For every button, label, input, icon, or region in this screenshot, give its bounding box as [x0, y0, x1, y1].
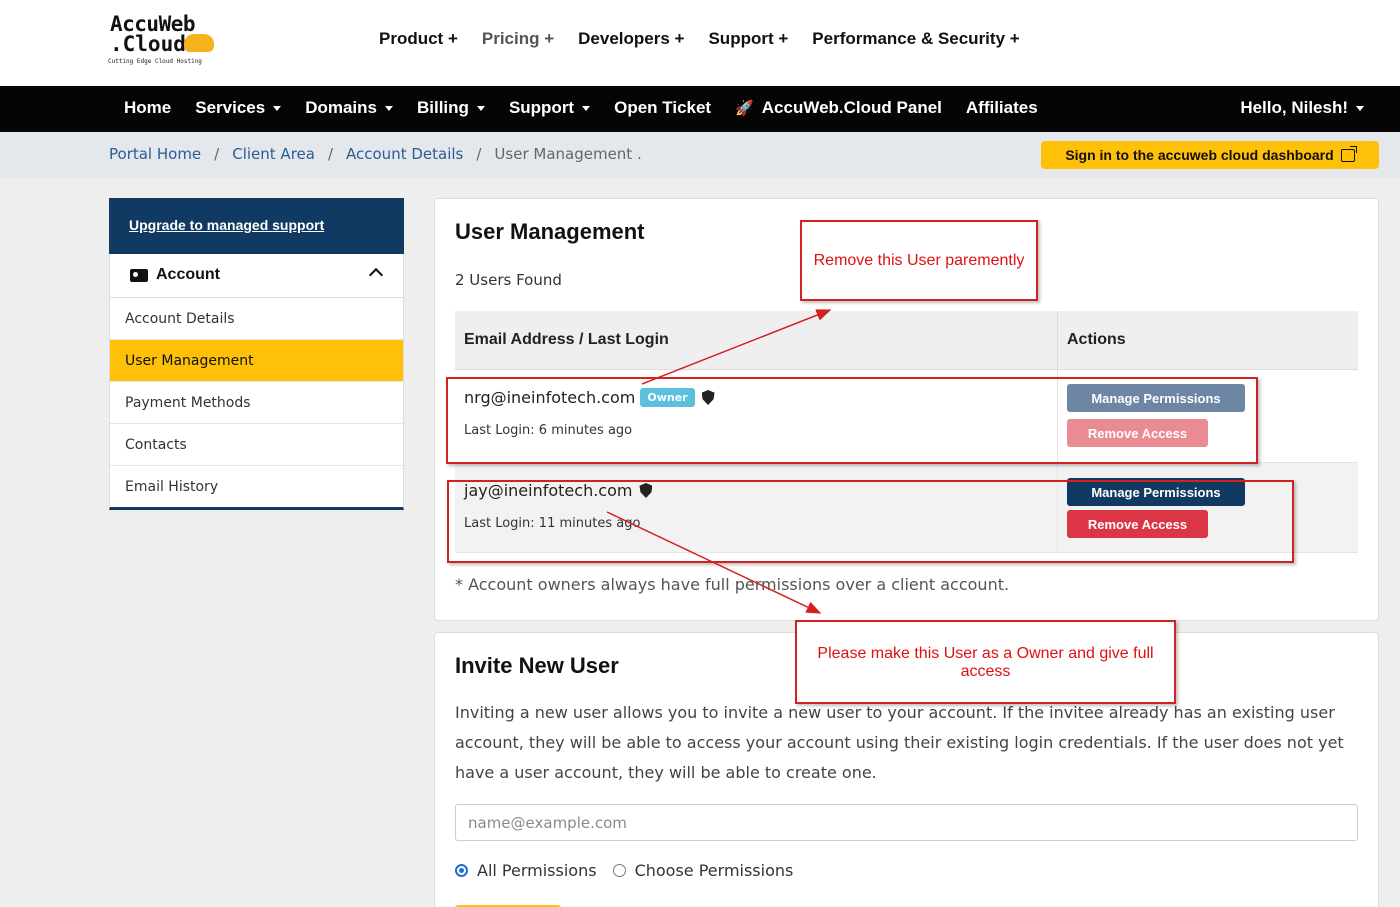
sidebar-item-user-management[interactable]: User Management	[110, 340, 403, 382]
breadcrumb: Portal Home / Client Area / Account Deta…	[109, 145, 642, 163]
cloud-icon	[184, 34, 214, 52]
all-permissions-label[interactable]: All Permissions	[477, 861, 597, 880]
top-navigation: Product + Pricing + Developers + Support…	[379, 29, 1044, 49]
table-header: Email Address / Last Login Actions	[455, 311, 1358, 370]
permission-options: All Permissions Choose Permissions	[455, 861, 793, 880]
sidebar-item-payment-methods[interactable]: Payment Methods	[110, 382, 403, 424]
topnav-pricing[interactable]: Pricing +	[482, 29, 554, 49]
logo-text-line2: .Cloud	[110, 32, 186, 56]
topnav-product[interactable]: Product +	[379, 29, 458, 49]
user-menu[interactable]: Hello, Nilesh!	[1240, 98, 1364, 118]
nav-domains[interactable]: Domains	[305, 98, 393, 118]
sidebar-item-email-history[interactable]: Email History	[110, 466, 403, 508]
annotation-remove-note: Remove this User paremently	[800, 220, 1038, 301]
logo-tagline: Cutting Edge Cloud Hosting	[108, 58, 202, 65]
accuweb-logo[interactable]: AccuWeb .Cloud Cutting Edge Cloud Hostin…	[108, 12, 218, 72]
nav-home[interactable]: Home	[124, 98, 171, 118]
caret-down-icon	[476, 105, 485, 111]
choose-permissions-label[interactable]: Choose Permissions	[635, 861, 794, 880]
rocket-icon: 🚀	[735, 100, 754, 117]
sidebar-section-title: Account	[156, 266, 220, 283]
nav-billing[interactable]: Billing	[417, 98, 485, 118]
nav-affiliates-label: Affiliates	[965, 98, 1038, 117]
sidebar-item-account-details[interactable]: Account Details	[110, 298, 403, 340]
breadcrumb-current: User Management .	[494, 145, 642, 163]
top-header: AccuWeb .Cloud Cutting Edge Cloud Hostin…	[0, 0, 1400, 86]
topnav-developers[interactable]: Developers +	[578, 29, 684, 49]
annotation-frame-owner-row	[446, 377, 1258, 464]
topnav-support[interactable]: Support +	[708, 29, 788, 49]
breadcrumb-portal-home[interactable]: Portal Home	[109, 145, 201, 163]
topnav-performance-security[interactable]: Performance & Security +	[812, 29, 1019, 49]
nav-cloud-panel-label: AccuWeb.Cloud Panel	[761, 98, 942, 117]
all-permissions-radio[interactable]	[455, 864, 468, 877]
owners-footnote: * Account owners always have full permis…	[455, 575, 1010, 594]
id-card-icon	[130, 269, 148, 282]
column-header-actions: Actions	[1067, 331, 1126, 348]
page-title: User Management	[455, 219, 645, 244]
invite-title: Invite New User	[455, 653, 619, 678]
nav-home-label: Home	[124, 98, 172, 117]
sign-in-dashboard-button[interactable]: Sign in to the accuweb cloud dashboard	[1041, 141, 1379, 169]
nav-support-label: Support	[508, 98, 575, 117]
caret-down-icon	[273, 105, 282, 111]
nav-cloud-panel[interactable]: 🚀 AccuWeb.Cloud Panel	[735, 98, 942, 118]
nav-domains-label: Domains	[305, 98, 377, 117]
choose-permissions-radio[interactable]	[612, 864, 626, 877]
sidebar-account-panel: Account Account Details User Management …	[109, 254, 404, 510]
caret-down-icon	[384, 105, 393, 111]
chevron-up-icon[interactable]	[368, 267, 384, 283]
nav-open-ticket[interactable]: Open Ticket	[614, 98, 711, 118]
upgrade-managed-support-link[interactable]: Upgrade to managed support	[129, 217, 324, 233]
nav-billing-label: Billing	[416, 98, 469, 117]
column-header-email: Email Address / Last Login	[455, 311, 1058, 369]
breadcrumb-account-details[interactable]: Account Details	[346, 145, 463, 163]
caret-down-icon	[1356, 105, 1364, 111]
annotation-owner-note: Please make this User as a Owner and giv…	[795, 620, 1176, 704]
sidebar-upgrade-panel: Upgrade to managed support	[109, 198, 404, 254]
sidebar-item-contacts[interactable]: Contacts	[110, 424, 403, 466]
nav-open-ticket-label: Open Ticket	[614, 98, 712, 117]
caret-down-icon	[582, 105, 591, 111]
sidebar-account-header[interactable]: Account	[110, 254, 403, 298]
nav-services-label: Services	[195, 98, 266, 117]
nav-affiliates[interactable]: Affiliates	[966, 98, 1038, 118]
breadcrumb-client-area[interactable]: Client Area	[232, 145, 315, 163]
nav-services[interactable]: Services	[195, 98, 282, 118]
invite-description: Inviting a new user allows you to invite…	[455, 703, 1344, 782]
breadcrumb-separator: /	[327, 145, 334, 163]
sign-in-dashboard-label: Sign in to the accuweb cloud dashboard	[1065, 147, 1334, 163]
main-navigation: Home Services Domains Billing Support Op…	[0, 86, 1400, 132]
annotation-frame-second-row	[447, 480, 1294, 563]
external-link-icon	[1340, 145, 1357, 162]
breadcrumb-separator: /	[214, 145, 220, 163]
user-greeting: Hello, Nilesh!	[1240, 98, 1348, 117]
breadcrumb-separator: /	[476, 145, 482, 163]
users-found-count: 2 Users Found	[455, 271, 562, 289]
nav-support[interactable]: Support	[508, 98, 591, 118]
invite-email-input[interactable]	[455, 804, 1358, 841]
